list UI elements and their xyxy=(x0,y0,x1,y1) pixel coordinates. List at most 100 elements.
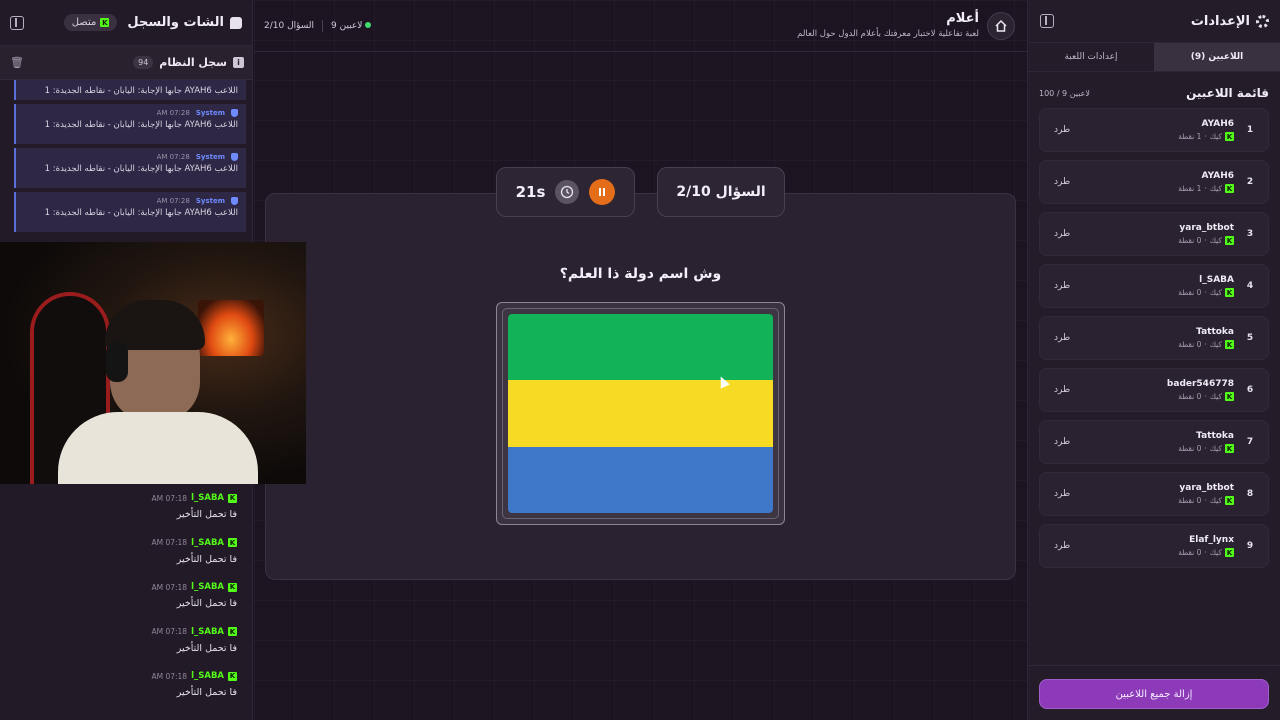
collapse-panel-icon[interactable] xyxy=(10,15,24,30)
kick-icon: K xyxy=(1225,548,1234,557)
player-rank: 1 xyxy=(1246,125,1254,135)
player-rank: 6 xyxy=(1246,385,1254,395)
kick-icon: K xyxy=(228,538,237,548)
players-list[interactable]: طرد AYAH6 K كيك · 1 نقطة 1 طرد AYAH6 K ك… xyxy=(1028,108,1280,568)
kick-icon: K xyxy=(1225,236,1234,245)
log-entry-text: اللاعب AYAH6 جابها الإجابة: اليابان - نق… xyxy=(44,120,238,130)
player-platform: كيك xyxy=(1209,444,1222,453)
player-meta: K كيك · 0 نقطة xyxy=(1178,444,1234,453)
tab-players[interactable]: اللاعبين (9) xyxy=(1154,43,1280,71)
player-row: طرد yara_btbot K كيك · 0 نقطة 3 xyxy=(1039,212,1269,256)
kick-player-button[interactable]: طرد xyxy=(1054,437,1070,447)
question-progress: السؤال 2/10 xyxy=(264,21,315,31)
home-icon xyxy=(995,19,1007,32)
player-meta: K كيك · 1 نقطة xyxy=(1178,132,1234,141)
player-rank: 3 xyxy=(1246,229,1254,239)
kick-player-button[interactable]: طرد xyxy=(1054,177,1070,187)
player-name: Tattoka xyxy=(1196,431,1234,441)
trash-icon[interactable]: 🗑 xyxy=(10,56,24,69)
system-log-list[interactable]: اللاعب AYAH6 جابها الإجابة: اليابان - نق… xyxy=(0,80,252,232)
question-number: السؤال 2/10 xyxy=(676,184,766,200)
log-time: 07:28 AM xyxy=(156,109,190,117)
player-name: Tattoka xyxy=(1196,327,1234,337)
kick-player-button[interactable]: طرد xyxy=(1054,385,1070,395)
log-sender: System xyxy=(195,153,225,161)
player-name: Elaf_lynx xyxy=(1189,535,1234,545)
player-row: طرد Elaf_lynx K كيك · 0 نقطة 9 xyxy=(1039,524,1269,568)
player-points: 0 نقطة xyxy=(1178,392,1202,401)
players-count: 9 لاعبين xyxy=(331,21,363,31)
chat-message: K l_SABA 07:18 AM فا تحمل التأخير xyxy=(0,577,252,622)
log-entry-text: اللاعب AYAH6 جابها الإجابة: اليابان - نق… xyxy=(44,86,238,96)
game-title-block: أعلام لعبة تفاعلية لاختبار معرفتك بأعلام… xyxy=(797,11,979,39)
log-time: 07:28 AM xyxy=(156,153,190,161)
pause-button[interactable] xyxy=(589,179,616,205)
kick-icon: K xyxy=(1225,444,1234,453)
player-info-group: yara_btbot K كيك · 0 نقطة 3 xyxy=(1178,223,1254,245)
clear-all-players-button[interactable]: إزالة جميع اللاعبين xyxy=(1039,679,1269,709)
online-dot-icon xyxy=(365,22,372,28)
chat-message-header: K l_SABA 07:18 AM xyxy=(10,671,237,681)
chat-username[interactable]: l_SABA xyxy=(191,671,224,681)
kick-icon: K xyxy=(1225,288,1234,297)
separator-dot: · xyxy=(1204,548,1207,557)
player-name: AYAH6 xyxy=(1201,171,1234,181)
log-entry-meta: System 07:28 AM xyxy=(24,109,238,117)
settings-tabs: إعدادات اللعبة اللاعبين (9) xyxy=(1028,42,1280,72)
kick-player-button[interactable]: طرد xyxy=(1054,229,1070,239)
chat-text: فا تحمل التأخير xyxy=(176,509,237,520)
players-list-title: قائمة اللاعبين xyxy=(1186,86,1269,100)
player-name: yara_btbot xyxy=(1179,223,1234,233)
player-points: 1 نقطة xyxy=(1178,132,1202,141)
player-meta: K كيك · 0 نقطة xyxy=(1178,340,1234,349)
flag-inner-frame xyxy=(502,308,779,519)
chat-message-list[interactable]: K l_SABA 07:18 AM فا تحمل التأخير K l_SA… xyxy=(0,488,252,711)
chat-username[interactable]: l_SABA xyxy=(191,493,224,503)
kick-player-button[interactable]: طرد xyxy=(1054,541,1070,551)
chat-text: فا تحمل التأخير xyxy=(176,598,237,610)
log-entry: اللاعب AYAH6 جابها الإجابة: اليابان - نق… xyxy=(14,80,246,100)
log-sender: System xyxy=(195,197,225,205)
webcam-overlay xyxy=(0,242,306,484)
player-info-group: bader546778 K كيك · 0 نقطة 6 xyxy=(1167,379,1254,401)
flag-frame xyxy=(496,302,785,525)
kick-player-button[interactable]: طرد xyxy=(1054,333,1070,343)
collapse-settings-icon[interactable] xyxy=(1040,14,1054,28)
system-log-bar: 🗑 94 سجل النظام i xyxy=(0,46,252,80)
chat-username[interactable]: l_SABA xyxy=(191,538,224,548)
player-platform: كيك xyxy=(1209,548,1222,557)
player-info-group: l_SABA K كيك · 0 نقطة 4 xyxy=(1178,275,1254,297)
kick-player-button[interactable]: طرد xyxy=(1054,489,1070,499)
player-meta: K كيك · 0 نقطة xyxy=(1167,392,1234,401)
flag-stripe-top xyxy=(508,314,773,381)
kick-icon: K xyxy=(228,493,237,503)
chat-time: 07:18 AM xyxy=(151,627,188,637)
connection-status-badge: متصل K xyxy=(63,14,118,31)
chat-message: K l_SABA 07:18 AM فا تحمل التأخير xyxy=(0,622,252,667)
chat-message: K l_SABA 07:18 AM فا تحمل التأخير xyxy=(0,666,252,711)
flag-stripe-middle xyxy=(508,380,773,447)
kick-icon: K xyxy=(1225,496,1234,505)
chat-bubble-icon xyxy=(230,16,242,29)
settings-panel: الإعدادات إعدادات اللعبة اللاعبين (9) 10… xyxy=(1027,0,1280,720)
system-log-title: 94 سجل النظام i xyxy=(133,56,244,69)
chat-username[interactable]: l_SABA xyxy=(191,627,224,637)
home-button[interactable] xyxy=(987,12,1015,40)
separator-dot: · xyxy=(1204,132,1207,141)
player-info: Tattoka K كيك · 0 نقطة xyxy=(1178,431,1234,453)
player-name: bader546778 xyxy=(1166,379,1234,389)
question-number-pill: السؤال 2/10 xyxy=(657,167,785,217)
player-info-group: Tattoka K كيك · 0 نقطة 5 xyxy=(1178,327,1254,349)
log-icon: i xyxy=(233,57,244,68)
divider xyxy=(322,20,324,32)
chat-username[interactable]: l_SABA xyxy=(191,582,224,592)
player-platform: كيك xyxy=(1209,392,1222,401)
player-row: طرد yara_btbot K كيك · 0 نقطة 8 xyxy=(1039,472,1269,516)
player-points: 0 نقطة xyxy=(1178,444,1202,453)
kick-player-button[interactable]: طرد xyxy=(1054,281,1070,291)
kick-player-button[interactable]: طرد xyxy=(1054,125,1070,135)
player-info: Elaf_lynx K كيك · 0 نقطة xyxy=(1178,535,1234,557)
player-info-group: Elaf_lynx K كيك · 0 نقطة 9 xyxy=(1178,535,1254,557)
tab-game-settings[interactable]: إعدادات اللعبة xyxy=(1028,43,1154,71)
player-info-group: Tattoka K كيك · 0 نقطة 7 xyxy=(1178,431,1254,453)
